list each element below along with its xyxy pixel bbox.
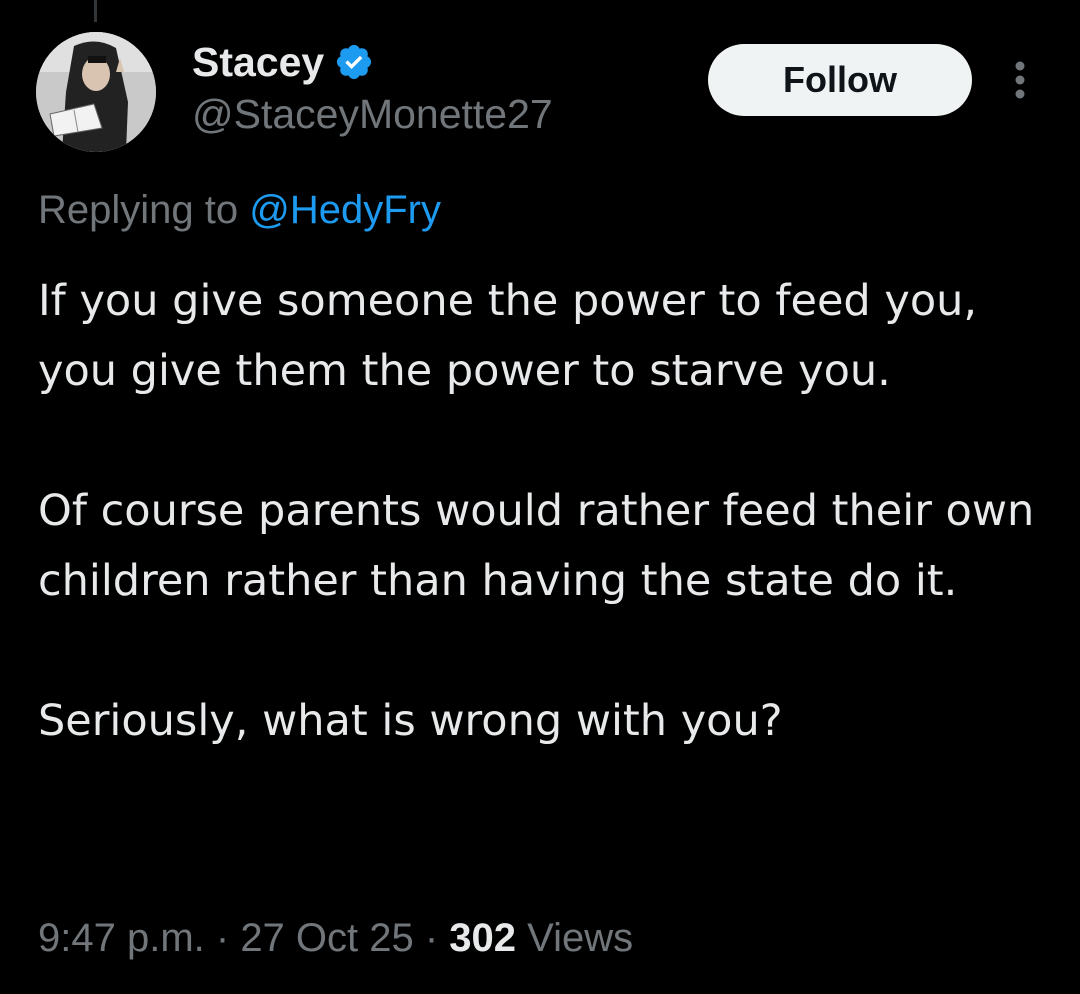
meta-separator: · — [413, 916, 450, 960]
author-name-row: Stacey — [192, 38, 374, 86]
reply-context: Replying to @HedyFry — [38, 186, 441, 234]
tweet-body: If you give someone the power to feed yo… — [38, 266, 1058, 756]
reply-prefix: Replying to — [38, 188, 250, 232]
tweet-paragraph: Seriously, what is wrong with you? — [38, 696, 783, 746]
tweet-paragraph: Of course parents would rather feed thei… — [38, 486, 1035, 606]
reply-target-link[interactable]: @HedyFry — [249, 188, 441, 232]
tweet-paragraph: If you give someone the power to feed yo… — [38, 276, 978, 396]
thread-connector-line — [94, 0, 97, 22]
views-label: Views — [516, 916, 634, 960]
follow-button[interactable]: Follow — [708, 44, 972, 116]
verified-badge-icon — [334, 42, 374, 82]
author-avatar[interactable] — [36, 32, 156, 152]
tweet-time[interactable]: 9:47 p.m. — [38, 916, 205, 960]
views-count: 302 — [449, 916, 517, 960]
meta-separator: · — [204, 916, 241, 960]
more-options-button[interactable] — [1000, 56, 1040, 104]
tweet-date[interactable]: 27 Oct 25 — [240, 916, 413, 960]
tweet-metadata: 9:47 p.m. · 27 Oct 25 · 302 Views — [38, 914, 633, 962]
author-handle[interactable]: @StaceyMonette27 — [192, 90, 553, 138]
more-vertical-icon — [1015, 61, 1025, 99]
author-display-name[interactable]: Stacey — [192, 38, 324, 86]
